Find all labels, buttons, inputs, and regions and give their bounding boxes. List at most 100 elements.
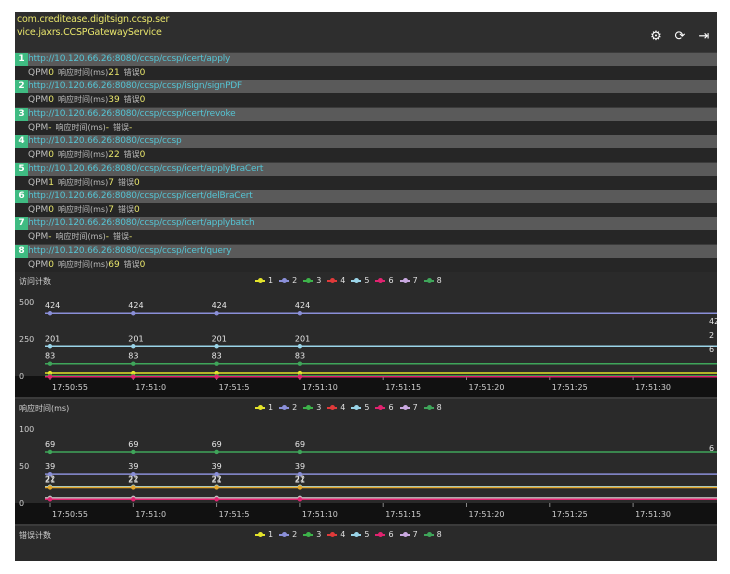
- x-axis-band: [15, 503, 717, 524]
- endpoint-url-row[interactable]: 6 http://10.120.66.26:8080/ccsp/ccsp/icer…: [15, 190, 717, 203]
- legend-item[interactable]: 1: [255, 530, 273, 539]
- endpoint-url[interactable]: http://10.120.66.26:8080/ccsp/ccsp/icert…: [28, 190, 253, 203]
- data-point[interactable]: [214, 449, 219, 455]
- legend-item[interactable]: 7: [399, 530, 418, 539]
- legend-item[interactable]: 5: [351, 530, 369, 539]
- data-point[interactable]: [47, 449, 53, 455]
- endpoint-stats-row: QPM1 响应时间(ms)7 错误0: [15, 175, 717, 190]
- chart-title: 错误计数: [19, 531, 51, 540]
- qpm-label: QPM: [28, 205, 49, 215]
- data-point[interactable]: [131, 311, 136, 316]
- endpoint-url[interactable]: http://10.120.66.26:8080/ccsp/ccsp/icert…: [28, 53, 230, 66]
- legend-item[interactable]: 8: [423, 530, 442, 539]
- gear-icon[interactable]: ⚙: [649, 30, 663, 44]
- data-label: 69: [295, 440, 305, 449]
- resp-value: 21: [108, 68, 120, 78]
- data-point[interactable]: [131, 449, 136, 455]
- data-point[interactable]: [131, 344, 136, 349]
- endpoint-url[interactable]: http://10.120.66.26:8080/ccsp/ccsp/isign…: [28, 80, 242, 93]
- endpoint-index: 5: [15, 162, 28, 176]
- qpm-value: 0: [48, 95, 55, 106]
- resp-label: 响应时间(ms): [58, 95, 109, 105]
- endpoint-url-row[interactable]: 2 http://10.120.66.26:8080/ccsp/ccsp/isig…: [15, 80, 717, 94]
- endpoint-index: 3: [15, 107, 28, 121]
- data-point[interactable]: [47, 361, 53, 366]
- endpoint-url-row[interactable]: 8 http://10.120.66.26:8080/ccsp/ccsp/icer…: [15, 244, 717, 258]
- endpoint-url[interactable]: http://10.120.66.26:8080/ccsp/ccsp/icert…: [28, 108, 236, 121]
- logout-icon[interactable]: ⇥: [697, 30, 711, 44]
- legend-marker: [327, 531, 338, 537]
- endpoint-url-row[interactable]: 5 http://10.120.66.26:8080/ccsp/ccsp/icer…: [15, 162, 717, 176]
- data-point[interactable]: [214, 374, 219, 379]
- resp-value: 69: [108, 259, 120, 270]
- data-point[interactable]: [47, 311, 53, 316]
- data-label: 424: [295, 301, 310, 310]
- data-point[interactable]: [47, 344, 53, 349]
- data-label: 424: [45, 301, 60, 310]
- data-point[interactable]: [297, 485, 303, 490]
- endpoint-url-row[interactable]: 4 http://10.120.66.26:8080/ccsp/ccsp: [15, 135, 717, 149]
- legend-item[interactable]: 3: [303, 530, 321, 539]
- data-label: 21: [128, 475, 138, 484]
- endpoint-index: 8: [15, 244, 28, 258]
- resp-value: 22: [108, 150, 120, 161]
- endpoint-url[interactable]: http://10.120.66.26:8080/ccsp/ccsp/icert…: [28, 163, 263, 176]
- data-point[interactable]: [297, 361, 303, 366]
- endpoint-url-row[interactable]: 3 http://10.120.66.26:8080/ccsp/ccsp/icer…: [15, 107, 717, 121]
- endpoint-url[interactable]: http://10.120.66.26:8080/ccsp/ccsp: [28, 135, 182, 148]
- data-point[interactable]: [214, 344, 219, 349]
- service-name-line2: vice.jaxrs.CCSPGatewayService: [17, 27, 162, 38]
- err-value: 0: [133, 177, 140, 188]
- legend-item[interactable]: 4: [327, 530, 345, 539]
- legend-label: 8: [436, 530, 442, 539]
- legend-marker: [399, 531, 410, 537]
- data-point[interactable]: [297, 374, 303, 379]
- endpoint-url-row[interactable]: 7 http://10.120.66.26:8080/ccsp/ccsp/icer…: [15, 217, 717, 231]
- legend-marker: [303, 531, 314, 537]
- x-tick-label: 17:51:5: [219, 510, 250, 519]
- resp-label: 响应时间(ms): [58, 68, 109, 77]
- data-label: 21: [295, 475, 305, 484]
- data-label: 69: [212, 440, 222, 449]
- legend-item[interactable]: 2: [279, 530, 297, 539]
- err-value: 0: [139, 68, 146, 78]
- qpm-label: QPM: [28, 122, 49, 133]
- endpoint-stats-row: QPM0 响应时间(ms)7 错误0: [15, 203, 717, 217]
- data-point[interactable]: [297, 449, 303, 455]
- legend-item[interactable]: 6: [375, 530, 394, 539]
- x-tick-label: 17:51:15: [385, 383, 421, 392]
- endpoint-index: 4: [15, 135, 28, 149]
- legend-label: 4: [340, 530, 346, 539]
- legend-label: 5: [364, 530, 370, 539]
- endpoint-index: 7: [15, 217, 28, 231]
- data-point[interactable]: [214, 497, 219, 502]
- qpm-value: -: [48, 122, 52, 133]
- data-point[interactable]: [131, 497, 136, 502]
- data-point[interactable]: [131, 485, 136, 490]
- data-point[interactable]: [214, 485, 219, 490]
- x-tick-label: 17:51:20: [469, 383, 505, 392]
- qpm-label: QPM: [28, 95, 49, 106]
- data-point[interactable]: [214, 311, 219, 316]
- data-label: 69: [128, 440, 138, 449]
- data-point[interactable]: [214, 361, 219, 366]
- legend-label: 1: [268, 530, 274, 539]
- endpoint-url[interactable]: http://10.120.66.26:8080/ccsp/ccsp/icert…: [28, 217, 255, 230]
- x-tick-label: 17:51:0: [135, 383, 166, 392]
- data-point[interactable]: [47, 374, 53, 379]
- data-label: 201: [128, 334, 143, 343]
- endpoint-url[interactable]: http://10.120.66.26:8080/ccsp/ccsp/icert…: [28, 245, 232, 258]
- chart-legend: 1 2 3 4 5 6 7 8: [255, 530, 442, 539]
- data-point[interactable]: [131, 361, 136, 366]
- x-tick-label: 17:51:25: [552, 510, 588, 519]
- resp-label: 响应时间(ms): [58, 150, 109, 160]
- data-point[interactable]: [297, 344, 303, 349]
- data-point[interactable]: [131, 374, 136, 379]
- data-point[interactable]: [47, 485, 53, 490]
- data-point[interactable]: [297, 497, 303, 502]
- resp-value: -: [105, 232, 109, 243]
- endpoint-url-row[interactable]: 1 http://10.120.66.26:8080/ccsp/ccsp/icer…: [15, 53, 717, 66]
- data-point[interactable]: [47, 497, 53, 502]
- data-point[interactable]: [297, 311, 303, 316]
- refresh-icon[interactable]: ⟳: [673, 30, 687, 44]
